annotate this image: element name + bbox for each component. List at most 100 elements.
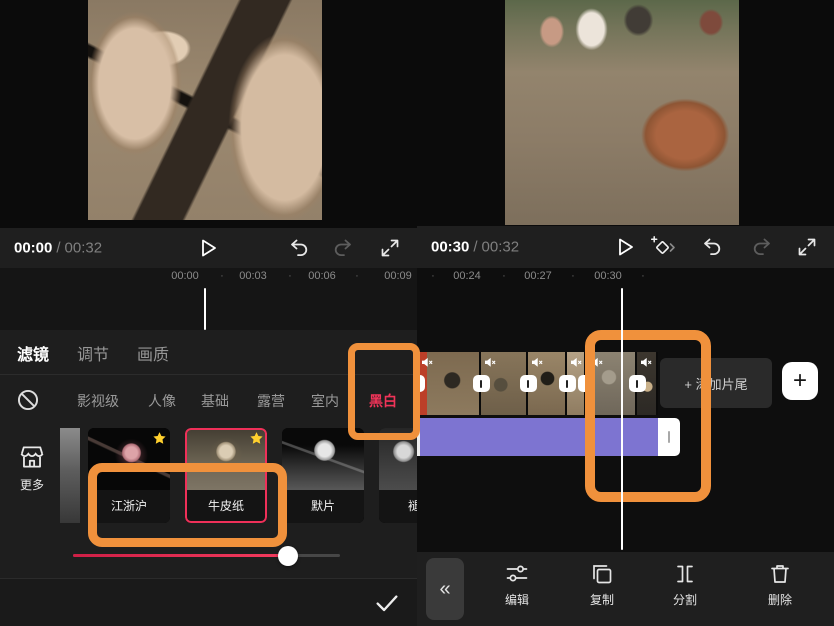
- star-badge-icon: [152, 431, 167, 446]
- ruler-tick: 00:03: [239, 270, 267, 282]
- mute-icon: [484, 357, 496, 368]
- app-root: 00:00/00:32 00:00 · 00:03 · 00:06 · 00:0…: [0, 0, 834, 626]
- undo-button[interactable]: [698, 233, 726, 261]
- play-button[interactable]: [611, 233, 639, 261]
- split-tool-button[interactable]: 分割: [653, 561, 717, 608]
- right-timeline-ruler[interactable]: · 00:24 · 00:27 · 00:30 ·: [417, 270, 834, 286]
- delete-tool-button[interactable]: 删除: [748, 561, 812, 608]
- ruler-dot: ·: [431, 270, 435, 282]
- add-ending-label: + 添加片尾: [684, 374, 747, 393]
- transition-button[interactable]: [473, 375, 490, 392]
- current-time: 00:00: [14, 240, 52, 257]
- tab-adjust[interactable]: 调节: [77, 341, 109, 365]
- category-cinematic[interactable]: 影视级: [77, 391, 119, 411]
- filter-name: 牛皮纸: [185, 490, 267, 523]
- duplicate-tool-button[interactable]: 复制: [570, 561, 634, 608]
- category-basic[interactable]: 基础: [201, 391, 229, 411]
- mute-icon: [531, 357, 543, 368]
- keyframe-button[interactable]: [649, 233, 677, 261]
- current-time: 00:30: [431, 239, 469, 256]
- slider-fill: [73, 554, 288, 557]
- ruler-dot: ·: [641, 270, 645, 282]
- fullscreen-icon: [796, 236, 818, 258]
- filter-name: 默片: [282, 490, 364, 523]
- keyframe-icon: [650, 235, 676, 259]
- right-playhead[interactable]: [621, 288, 623, 550]
- play-button[interactable]: [194, 234, 222, 262]
- tab-quality[interactable]: 画质: [137, 341, 169, 365]
- left-playback-bar: 00:00/ 00:32: [0, 228, 417, 268]
- tab-filter[interactable]: 滤镜: [17, 341, 49, 365]
- fullscreen-button[interactable]: [376, 234, 404, 262]
- right-timecode: 00:30/ 00:32: [431, 239, 519, 256]
- play-icon: [614, 236, 636, 258]
- right-playback-bar: 00:30/ 00:32: [417, 226, 834, 268]
- ruler-tick: 00:27: [524, 270, 552, 282]
- ruler-dot: ·: [571, 270, 575, 282]
- category-camping[interactable]: 露营: [257, 391, 285, 411]
- mute-icon: [591, 357, 603, 368]
- left-playhead[interactable]: [204, 288, 206, 330]
- play-icon: [197, 237, 219, 259]
- panel-tabs: 滤镜 调节 画质: [0, 341, 417, 365]
- total-time: 00:32: [65, 240, 103, 257]
- divider: [0, 374, 417, 375]
- category-portrait[interactable]: 人像: [148, 391, 176, 411]
- filter-tile-niupizhi-selected[interactable]: 牛皮纸: [185, 428, 267, 523]
- collapse-toolbar-button[interactable]: «: [426, 558, 464, 620]
- edit-tool-button[interactable]: 编辑: [485, 561, 549, 608]
- more-filters-button[interactable]: 更多: [14, 442, 50, 493]
- redo-icon: [751, 236, 773, 258]
- undo-icon: [288, 237, 310, 259]
- checkmark-icon: [373, 589, 401, 617]
- ruler-tick: 00:24: [453, 270, 481, 282]
- add-ending-button[interactable]: + 添加片尾: [660, 358, 772, 408]
- time-separator: /: [56, 240, 60, 257]
- transition-button[interactable]: [417, 375, 425, 392]
- add-clip-button[interactable]: +: [782, 362, 818, 400]
- transition-button[interactable]: [629, 375, 646, 392]
- tool-label: 复制: [570, 591, 634, 608]
- fullscreen-button[interactable]: [793, 233, 821, 261]
- category-indoor[interactable]: 室内: [311, 391, 339, 411]
- left-timecode: 00:00/ 00:32: [14, 240, 102, 257]
- no-filter-button[interactable]: [16, 388, 40, 412]
- audio-trim-handle[interactable]: [658, 418, 680, 456]
- filter-intensity-slider[interactable]: [73, 554, 340, 557]
- filter-thumbnail: [282, 428, 364, 490]
- filter-tile-mopian[interactable]: 默片: [282, 428, 364, 523]
- category-blackwhite[interactable]: 黑白: [369, 391, 397, 411]
- ruler-tick: 00:00: [171, 270, 199, 282]
- confirm-button[interactable]: [373, 588, 403, 618]
- fullscreen-icon: [379, 237, 401, 259]
- undo-button[interactable]: [285, 234, 313, 262]
- ruler-dot: ·: [502, 270, 506, 282]
- tool-label: 分割: [653, 591, 717, 608]
- filter-category-row: 影视级 人像 基础 露营 室内 黑白: [0, 386, 417, 418]
- redo-icon: [332, 237, 354, 259]
- left-timeline-ruler[interactable]: 00:00 · 00:03 · 00:06 · 00:09: [0, 270, 417, 286]
- slider-thumb[interactable]: [278, 546, 298, 566]
- filter-name: 褪色: [379, 490, 417, 523]
- ruler-dot: ·: [288, 270, 292, 282]
- sliders-icon: [485, 561, 549, 589]
- filter-tile-jiangzhehu[interactable]: 江浙沪: [88, 428, 170, 523]
- mute-icon: [640, 357, 652, 368]
- time-separator: /: [473, 239, 477, 256]
- previous-filter-tile-partial[interactable]: [60, 428, 80, 523]
- left-video-frame: [88, 0, 322, 220]
- redo-button[interactable]: [329, 234, 357, 262]
- transition-button[interactable]: [520, 375, 537, 392]
- transition-button[interactable]: [559, 375, 576, 392]
- clip-toolbar: « 编辑 复制 分割: [417, 552, 834, 626]
- mute-icon: [421, 357, 433, 368]
- filter-panel: 滤镜 调节 画质 影视级 人像 基础 露营 室内 黑白: [0, 330, 417, 626]
- transition-button[interactable]: [578, 375, 595, 392]
- mute-icon: [570, 357, 582, 368]
- total-time: 00:32: [482, 239, 520, 256]
- redo-button[interactable]: [748, 233, 776, 261]
- filter-tile-tuise[interactable]: 褪色: [379, 428, 417, 523]
- panel-footer: [0, 578, 417, 626]
- right-video-frame: [505, 0, 739, 225]
- duplicate-icon: [570, 561, 634, 589]
